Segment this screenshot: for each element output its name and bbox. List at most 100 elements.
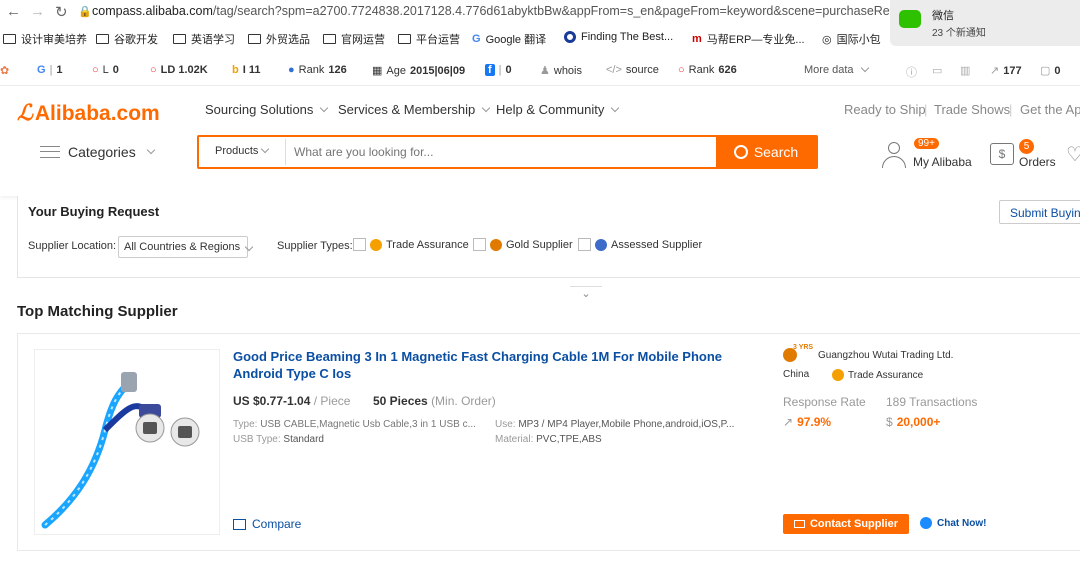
external-link-icon: ↗: [990, 65, 1000, 77]
messages-badge: 99+: [914, 138, 939, 149]
seo-b[interactable]: bI 11: [232, 64, 260, 76]
chat-now-button[interactable]: Chat Now!: [920, 517, 986, 529]
attr-type: Type: USB CABLE,Magnetic Usb Cable,3 in …: [233, 419, 476, 430]
folder-icon: [3, 34, 16, 44]
seo-ld[interactable]: ○ LD 1.02K: [150, 64, 208, 76]
seo-links[interactable]: ↗ 177: [990, 64, 1022, 78]
assessed-supplier-checkbox[interactable]: [578, 238, 591, 251]
filter-gold-supplier[interactable]: Gold Supplier: [473, 238, 573, 251]
orders-badge: 5: [1019, 139, 1034, 154]
min-order: 50 Pieces (Min. Order): [373, 394, 496, 408]
attr-use: Use: MP3 / MP4 Player,Mobile Phone,andro…: [495, 419, 735, 430]
person-icon: ♟: [540, 65, 550, 77]
product-price: US $0.77-1.04 / Piece: [233, 394, 351, 408]
nav-ready-to-ship[interactable]: Ready to Ship: [844, 102, 926, 117]
trade-assurance-icon: [832, 369, 844, 381]
bookmark-item[interactable]: 设计审美培养: [3, 31, 87, 47]
bookmark-item[interactable]: 外贸选品: [248, 31, 310, 47]
supplier-country: China: [783, 369, 810, 380]
user-icon: [882, 142, 906, 168]
bookmark-item[interactable]: m 马帮ERP—专业免...: [692, 31, 805, 47]
buying-request-panel: Your Buying Request Submit Buying Reques…: [17, 196, 1080, 278]
address-field[interactable]: compass.alibaba.com/tag/search?spm=a2700…: [92, 4, 896, 18]
bookmark-item[interactable]: 官网运营: [323, 31, 385, 47]
chart-icon[interactable]: ▥: [960, 64, 970, 77]
lock-icon: 🔒: [78, 6, 92, 18]
mail-icon: [793, 520, 805, 528]
product-image[interactable]: [34, 349, 220, 535]
filter-trade-assurance[interactable]: Trade Assurance: [353, 238, 469, 251]
calendar-icon: ▦: [372, 65, 383, 77]
wechat-notification[interactable]: 微信 23 个新通知: [890, 0, 1080, 46]
nav-trade-shows[interactable]: Trade Shows: [934, 102, 1010, 117]
categories-menu[interactable]: Categories: [40, 144, 155, 160]
supplier-location-select[interactable]: All Countries & Regions: [118, 236, 254, 258]
dollar-icon: $: [886, 415, 893, 429]
bookmark-item[interactable]: 英语学习: [173, 31, 235, 47]
seo-extension-icon[interactable]: ✿: [0, 64, 9, 77]
supplier-types-label: Supplier Types:: [277, 240, 353, 252]
top-matching-supplier-heading: Top Matching Supplier: [17, 303, 178, 320]
info-icon[interactable]: ⓘ: [906, 64, 917, 80]
nav-get-the-app[interactable]: Get the App: [1020, 102, 1080, 117]
seo-age[interactable]: ▦ Age 2015|06|09: [372, 64, 465, 78]
reload-icon[interactable]: ↻: [55, 3, 68, 21]
trade-assurance-icon: [370, 238, 382, 251]
seo-zero[interactable]: ▢ 0: [1040, 64, 1061, 78]
supplier-trade-assurance: Trade Assurance: [832, 369, 923, 381]
search-icon: [733, 145, 748, 159]
bookmark-item[interactable]: 谷歌开发: [96, 31, 158, 47]
folder-icon: [248, 34, 261, 44]
contact-supplier-button[interactable]: Contact Supplier: [783, 514, 909, 534]
nav-services-membership[interactable]: Services & Membership: [338, 102, 491, 117]
back-icon[interactable]: ←: [6, 3, 21, 20]
filter-assessed-supplier[interactable]: Assessed Supplier: [578, 238, 702, 251]
seo-facebook[interactable]: f | 0: [485, 64, 512, 76]
bookmark-item[interactable]: Finding The Best...: [564, 31, 673, 43]
bookmark-item[interactable]: G Google 翻译: [472, 31, 546, 47]
product-title-link[interactable]: Good Price Beaming 3 In 1 Magnetic Fast …: [233, 348, 723, 382]
forward-icon[interactable]: →: [30, 3, 45, 20]
submit-buying-request-button[interactable]: Submit Buying Request: [999, 200, 1080, 224]
seo-l[interactable]: ○ L 0: [92, 64, 119, 76]
supplier-name-link[interactable]: Guangzhou Wutai Trading Ltd.: [818, 350, 953, 361]
orders-icon: $: [990, 143, 1014, 165]
logo-mark-icon: ℒ: [17, 100, 33, 125]
circle-logo-icon: [564, 31, 576, 43]
compare-button[interactable]: Compare: [233, 517, 301, 531]
expand-chevron-icon[interactable]: ⌄: [570, 286, 602, 302]
assessed-supplier-icon: [595, 238, 607, 251]
product-card: Good Price Beaming 3 In 1 Magnetic Fast …: [17, 333, 1080, 551]
trade-assurance-checkbox[interactable]: [353, 238, 366, 251]
search-input[interactable]: [294, 141, 714, 163]
nav-sourcing-solutions[interactable]: Sourcing Solutions: [205, 102, 329, 117]
globe-icon: ◎: [822, 33, 832, 46]
code-icon: </>: [606, 64, 622, 76]
alibaba-logo[interactable]: ℒ Alibaba.com: [17, 100, 160, 126]
transactions-value: $20,000+: [886, 415, 941, 429]
more-data-button[interactable]: More data: [804, 63, 869, 76]
seo-whois[interactable]: ♟ whois: [540, 64, 582, 78]
bookmark-item[interactable]: 平台运营: [398, 31, 460, 47]
bookmark-item[interactable]: ◎ 国际小包: [822, 31, 881, 47]
search-button[interactable]: Search: [716, 137, 816, 167]
google-translate-icon: G: [472, 33, 481, 45]
seo-rank[interactable]: ● Rank 126: [288, 64, 347, 76]
favorites-icon[interactable]: ♡: [1066, 142, 1080, 167]
search-bar: Products Search: [197, 135, 818, 169]
notification-title: 微信: [932, 10, 954, 22]
seo-rank-2[interactable]: ○ Rank 626: [678, 64, 737, 76]
wechat-icon: [899, 10, 921, 28]
seo-source[interactable]: </> source: [606, 64, 659, 76]
screen-icon[interactable]: ▭: [932, 64, 942, 77]
gold-supplier-checkbox[interactable]: [473, 238, 486, 251]
mabang-icon: m: [692, 33, 702, 45]
chat-icon: [920, 517, 932, 529]
supplier-location-label: Supplier Location:: [28, 240, 117, 252]
nav-help-community[interactable]: Help & Community: [496, 102, 620, 117]
seo-toolbar: ✿ G | 1 ○ L 0 ○ LD 1.02K bI 11 ● Rank 126 ▦ Ag…: [0, 54, 1080, 86]
seo-google[interactable]: G | 1: [37, 64, 63, 76]
search-scope-select[interactable]: Products: [215, 144, 270, 157]
attr-material: Material: PVC,TPE,ABS: [495, 434, 602, 445]
buying-request-title: Your Buying Request: [28, 204, 160, 219]
